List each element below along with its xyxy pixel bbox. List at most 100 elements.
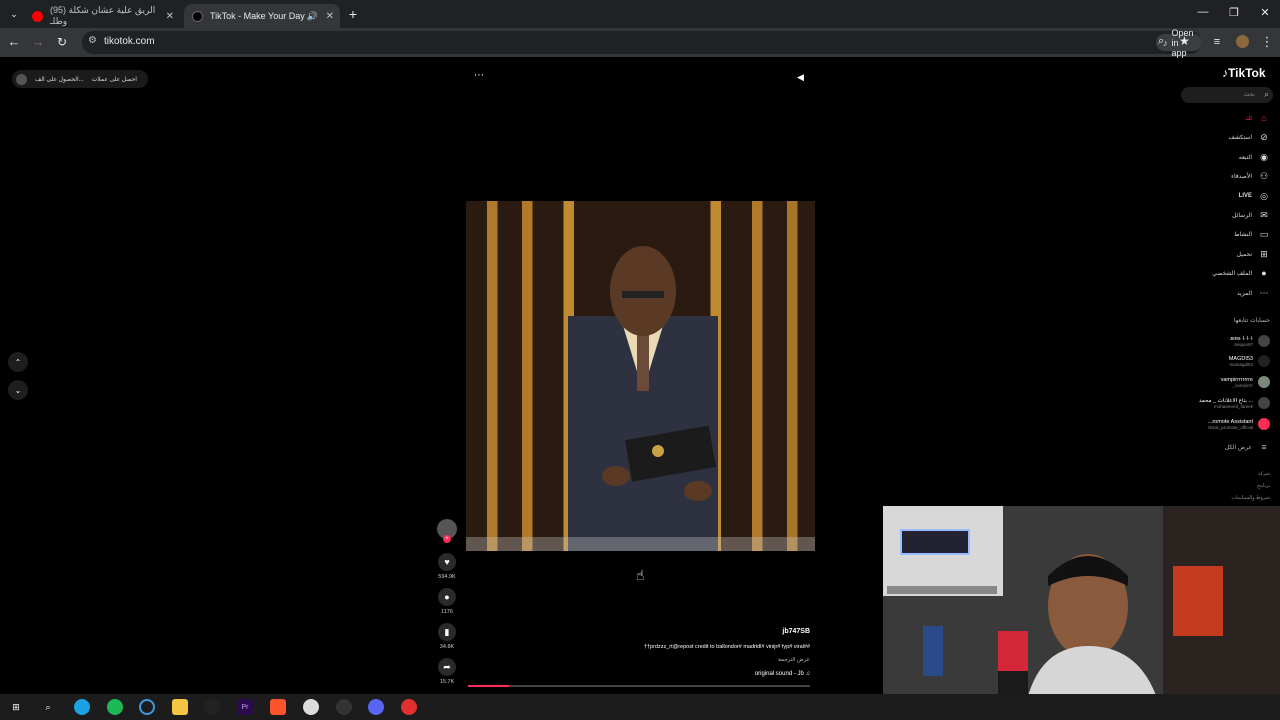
music-note-icon: ♫ xyxy=(805,671,811,677)
reload-icon[interactable]: ↻ xyxy=(54,34,70,50)
tiktok-logo[interactable]: ♪TikTok xyxy=(1222,66,1266,80)
bookmark-icon[interactable]: ▮ xyxy=(438,623,456,641)
account-user: mamagdi53 xyxy=(1229,361,1253,367)
avatar xyxy=(1258,334,1270,347)
spotify-icon[interactable] xyxy=(107,699,123,715)
volume-icon[interactable]: ◀ xyxy=(797,72,804,83)
author-name[interactable]: jb747SB xyxy=(700,628,810,635)
zoom-icon[interactable]: ⌕ xyxy=(1158,35,1164,48)
nav-label: الأصدقاء xyxy=(1231,173,1252,180)
tab-tiktok[interactable]: TikTok - Make Your Day 🔊 ✕ xyxy=(184,4,340,28)
folder-icon[interactable] xyxy=(172,699,188,715)
see-translation-link[interactable]: عرض الترجمة xyxy=(700,657,810,663)
edge-icon[interactable] xyxy=(74,699,90,715)
more-options-icon[interactable]: ⋯ xyxy=(474,70,484,81)
previous-video-button[interactable]: ⌃ xyxy=(8,352,28,372)
comment-icon[interactable]: ● xyxy=(438,588,456,606)
profile-avatar[interactable] xyxy=(1236,35,1249,48)
close-tab-icon[interactable]: ✕ xyxy=(326,11,334,22)
share-count: 15.7K xyxy=(439,679,455,685)
list-icon: ≡ xyxy=(1261,442,1267,452)
account-user: mohaamerd_fareek xyxy=(1213,403,1253,409)
nav-label: النشاط xyxy=(1233,231,1252,238)
footer-link[interactable]: برنامج xyxy=(1231,480,1270,492)
activity-icon: ▭ xyxy=(1259,228,1269,239)
browser-toolbar: ← → ↻ ⚙ tikotok.com ♪ Open in app ⌕ ★ ≡ … xyxy=(0,28,1280,58)
site-info-icon[interactable]: ⚙ xyxy=(88,35,97,46)
c-app-icon[interactable] xyxy=(139,699,155,715)
following-account[interactable]: vampirrrrrrrre _vampirrrr xyxy=(1221,376,1270,388)
close-tab-icon[interactable]: ✕ xyxy=(166,11,174,22)
bookmark-star-icon[interactable]: ★ xyxy=(1179,34,1190,48)
close-window-button[interactable]: ✕ xyxy=(1257,6,1273,19)
see-all-label: عرض الكل xyxy=(1224,444,1252,451)
forward-icon[interactable]: → xyxy=(30,34,46,50)
following-account[interactable]: ᴊᴇʀꜱ ⸸ ⸸ ⸸ beigoo97 xyxy=(1230,334,1270,347)
heart-icon[interactable]: ♥ xyxy=(438,553,456,571)
footer-link[interactable]: شركة xyxy=(1231,468,1270,480)
following-account[interactable]: MAGDI53 mamagdi53 xyxy=(1229,355,1270,367)
comment-action[interactable]: ● 1176 xyxy=(437,588,457,615)
sound-info[interactable]: original sound - Jb ♫ xyxy=(660,671,810,677)
nav-upload[interactable]: تحميل ⊞ xyxy=(1237,248,1270,260)
new-tab-button[interactable]: + xyxy=(345,6,361,22)
brave-icon[interactable] xyxy=(270,699,286,715)
minimize-button[interactable]: — xyxy=(1195,6,1211,18)
search-icon[interactable]: ⌕ xyxy=(40,699,56,715)
chrome-icon[interactable] xyxy=(303,699,319,715)
media-control-icon[interactable]: ≡ xyxy=(1209,34,1225,50)
speaker-icon[interactable]: 🔊 xyxy=(307,11,318,22)
like-action[interactable]: ♥ 594.9K xyxy=(437,553,457,580)
app-icon[interactable] xyxy=(401,699,417,715)
nav-following[interactable]: التبعه ◉ xyxy=(1239,151,1270,163)
footer-link[interactable]: شروط والسياسات xyxy=(1231,492,1270,504)
podium xyxy=(466,537,815,551)
save-action[interactable]: ▮ 34.8K xyxy=(437,623,457,650)
share-icon[interactable]: ➦ xyxy=(438,658,456,676)
discord-icon[interactable] xyxy=(368,699,384,715)
following-account[interactable]: ...romote Assistant tiktok_promote_offici… xyxy=(1208,418,1270,430)
premiere-icon[interactable]: Pr xyxy=(237,699,253,715)
nav-label: التبعه xyxy=(1238,154,1252,161)
app-icon[interactable] xyxy=(336,699,352,715)
nav-friends[interactable]: الأصدقاء ⚇ xyxy=(1231,170,1270,182)
avatar xyxy=(1258,355,1270,367)
video-player[interactable] xyxy=(466,201,815,551)
following-icon: ◉ xyxy=(1260,151,1268,162)
see-all-link[interactable]: عرض الكل ≡ xyxy=(1225,441,1270,453)
nav-live[interactable]: LIVE ◎ xyxy=(1239,190,1270,202)
share-action[interactable]: ➦ 15.7K xyxy=(437,658,457,685)
follow-plus-icon[interactable]: + xyxy=(443,535,451,543)
get-promo-link[interactable]: الحصول على الف... xyxy=(35,76,84,83)
webcam-overlay xyxy=(883,506,1280,720)
avatar[interactable] xyxy=(16,73,27,85)
tab-youtube[interactable]: (95) الريق علية عشان شكلة وطلـ ✕ xyxy=(24,4,180,28)
get-coins-link[interactable]: احصل على عملات xyxy=(92,76,137,83)
nav-profile[interactable]: الملف الشخصي ● xyxy=(1212,267,1270,279)
nav-more[interactable]: المزيد ⋯ xyxy=(1237,287,1270,299)
nav-activity[interactable]: النشاط ▭ xyxy=(1234,228,1270,240)
address-bar[interactable]: ⚙ tikotok.com ♪ Open in app ⌕ ★ xyxy=(82,28,1202,58)
youtube-icon xyxy=(32,10,43,22)
nav-explore[interactable]: استكشف ⊘ xyxy=(1229,131,1270,143)
nav-messages[interactable]: الرسائل ✉ xyxy=(1232,209,1270,221)
tab-search-chevron-icon[interactable]: ⌄ xyxy=(6,6,22,22)
app-icon[interactable] xyxy=(204,699,220,715)
search-icon[interactable]: ⌕ xyxy=(1264,89,1269,100)
restore-button[interactable]: ❐ xyxy=(1226,6,1242,19)
nav-label: الملف الشخصي xyxy=(1212,270,1252,277)
avatar xyxy=(1258,376,1270,388)
nav-for-you[interactable]: لك ⌂ xyxy=(1245,112,1270,124)
creator-avatar[interactable]: + xyxy=(437,519,457,543)
logo-text: TikTok xyxy=(1228,66,1266,80)
following-account[interactable]: بتاع الاعلانات _ محمد ... mohaamerd_faree… xyxy=(1199,397,1270,409)
menu-dots-icon[interactable]: ⋮ xyxy=(1259,34,1275,50)
progress-bar[interactable] xyxy=(468,685,810,687)
account-name: vampirrrrrrrre xyxy=(1220,376,1253,383)
search-input[interactable]: بحث ⌕ xyxy=(1181,87,1273,103)
back-icon[interactable]: ← xyxy=(6,34,22,50)
sound-name: original sound - Jb xyxy=(754,671,804,677)
windows-start-icon[interactable]: ⊞ xyxy=(8,699,24,715)
like-count: 594.9K xyxy=(438,574,456,580)
next-video-button[interactable]: ⌄ xyxy=(8,380,28,400)
